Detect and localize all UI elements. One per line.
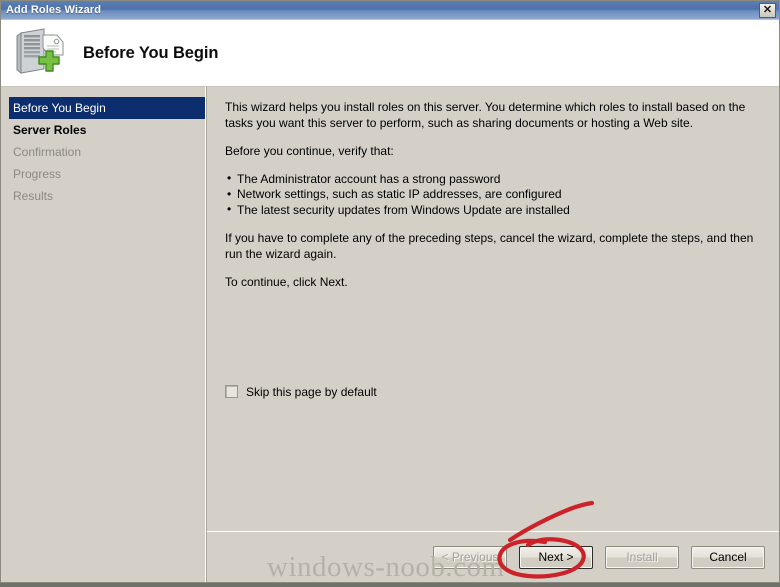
sidebar-item-results[interactable]: Results (1, 185, 205, 207)
continue-note-paragraph: To continue, click Next. (225, 275, 348, 289)
wizard-button-bar: windows-noob.com < Previous Next > Insta… (207, 531, 779, 583)
intro-paragraph: This wizard helps you install roles on t… (225, 100, 746, 130)
install-button[interactable]: Install (605, 545, 679, 569)
sidebar-item-confirmation[interactable]: Confirmation (1, 141, 205, 163)
skip-page-row[interactable]: Skip this page by default (225, 385, 761, 399)
list-item: The latest security updates from Windows… (225, 202, 761, 219)
previous-button[interactable]: < Previous (433, 545, 507, 569)
wizard-content-panel: This wizard helps you install roles on t… (206, 87, 779, 583)
add-roles-wizard-window: Add Roles Wizard ✕ Before You Begin Befo… (0, 0, 780, 583)
sidebar-item-server-roles[interactable]: Server Roles (1, 119, 205, 141)
sidebar-item-progress[interactable]: Progress (1, 163, 205, 185)
cancel-note-paragraph: If you have to complete any of the prece… (225, 231, 754, 261)
prerequisite-checklist: The Administrator account has a strong p… (225, 171, 761, 219)
list-item: Network settings, such as static IP addr… (225, 187, 761, 203)
wizard-header: Before You Begin (1, 20, 779, 87)
close-icon[interactable]: ✕ (759, 2, 776, 18)
window-titlebar: Add Roles Wizard ✕ (1, 1, 779, 20)
page-title: Before You Begin (83, 43, 219, 62)
window-title: Add Roles Wizard (6, 4, 102, 16)
list-item: The Administrator account has a strong p… (225, 171, 761, 188)
skip-page-label: Skip this page by default (246, 384, 377, 399)
sidebar-item-before-you-begin[interactable]: Before You Begin (9, 97, 205, 119)
cancel-button[interactable]: Cancel (691, 545, 765, 569)
next-button[interactable]: Next > (519, 545, 593, 569)
server-add-icon (11, 25, 67, 81)
verify-heading: Before you continue, verify that: (225, 144, 394, 158)
wizard-steps-sidebar: Before You Begin Server Roles Confirmati… (1, 87, 206, 582)
wizard-body: Before You Begin Server Roles Confirmati… (1, 87, 779, 583)
skip-page-checkbox[interactable] (225, 385, 238, 398)
wizard-content: This wizard helps you install roles on t… (207, 87, 779, 531)
